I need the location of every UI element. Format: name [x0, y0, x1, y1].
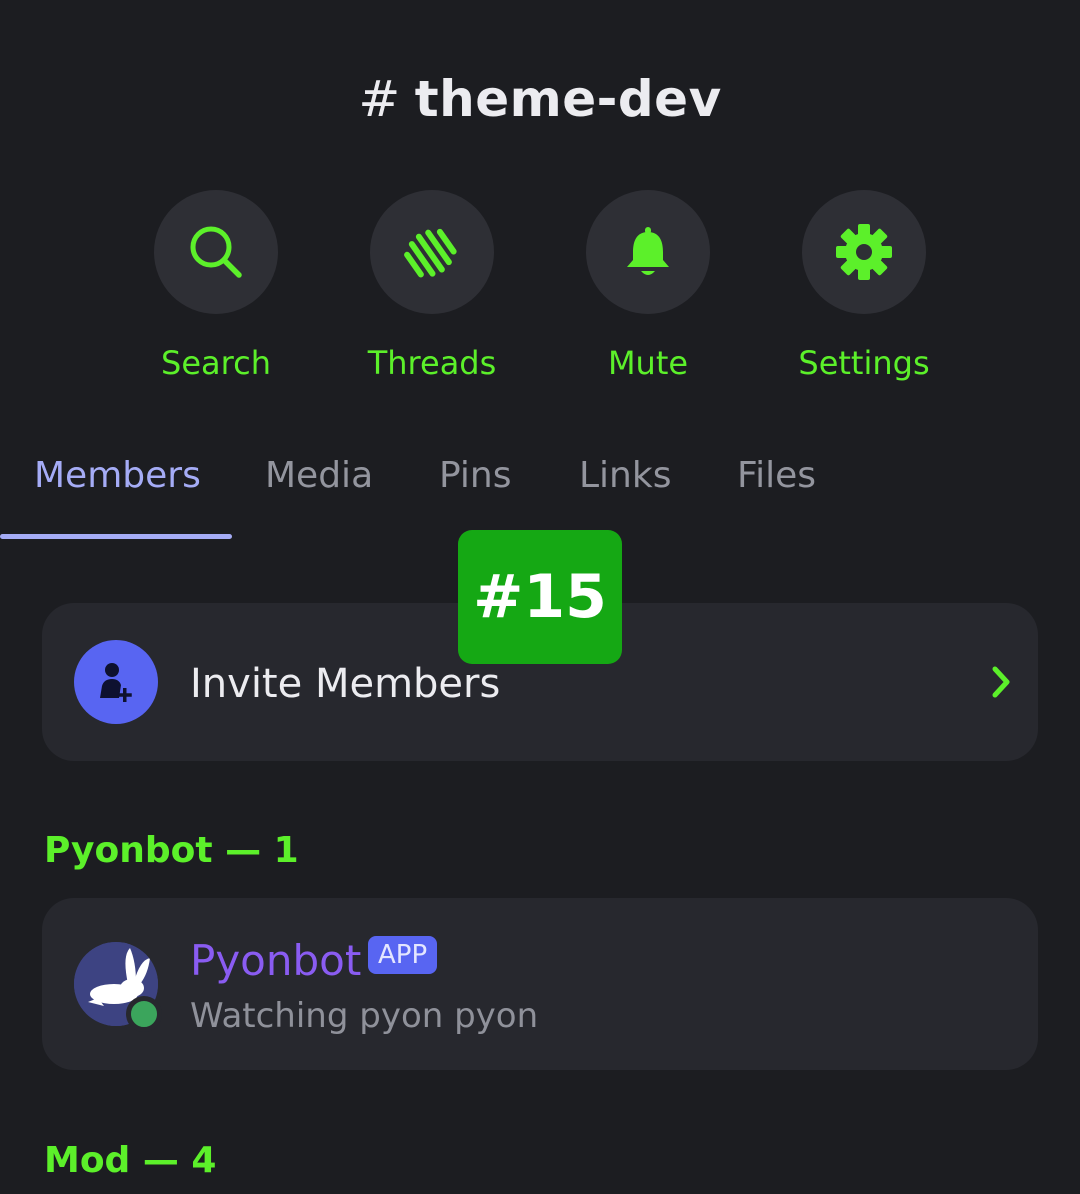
threads-button-circle[interactable]: [370, 190, 494, 314]
tab-pins[interactable]: Pins: [439, 455, 512, 496]
app-badge: APP: [368, 936, 438, 974]
chevron-right-icon: [992, 666, 1010, 698]
channel-hash-icon: #: [358, 70, 401, 128]
tab-bar: Members Media Pins Links Files: [0, 455, 1080, 540]
channel-info-page: # theme-dev Search Threads Mute Settings…: [0, 0, 1080, 1194]
member-status-text: Watching pyon pyon: [190, 996, 539, 1036]
section-header-mod: Mod — 4: [44, 1140, 217, 1181]
section-header-pyonbot: Pyonbot — 1: [44, 830, 299, 871]
threads-label: Threads: [367, 344, 497, 382]
channel-name: theme-dev: [414, 70, 722, 128]
gear-icon: [836, 224, 892, 280]
mute-button-circle[interactable]: [586, 190, 710, 314]
member-row[interactable]: Pyonbot APP Watching pyon pyon: [42, 898, 1038, 1070]
channel-title: # theme-dev: [0, 70, 1080, 128]
threads-button[interactable]: Threads: [332, 190, 532, 382]
tab-members[interactable]: Members: [34, 455, 201, 496]
settings-button-circle[interactable]: [802, 190, 926, 314]
mute-button[interactable]: Mute: [548, 190, 748, 382]
add-user-icon: [100, 663, 132, 702]
search-icon: [190, 226, 242, 278]
threads-icon: [404, 228, 457, 278]
tab-links[interactable]: Links: [579, 455, 671, 496]
overlay-number-badge: #15: [458, 530, 622, 664]
tab-files[interactable]: Files: [737, 455, 816, 496]
member-name: Pyonbot: [190, 936, 362, 985]
invite-members-label: Invite Members: [190, 661, 501, 707]
active-tab-indicator: [0, 534, 232, 539]
mute-label: Mute: [607, 344, 689, 382]
bell-icon: [627, 227, 669, 275]
tab-media[interactable]: Media: [265, 455, 373, 496]
settings-button[interactable]: Settings: [764, 190, 964, 382]
search-label: Search: [161, 344, 271, 382]
search-button[interactable]: Search: [116, 190, 316, 382]
online-status-dot: [126, 996, 162, 1032]
invite-avatar: [74, 640, 158, 724]
search-button-circle[interactable]: [154, 190, 278, 314]
settings-label: Settings: [798, 344, 930, 382]
